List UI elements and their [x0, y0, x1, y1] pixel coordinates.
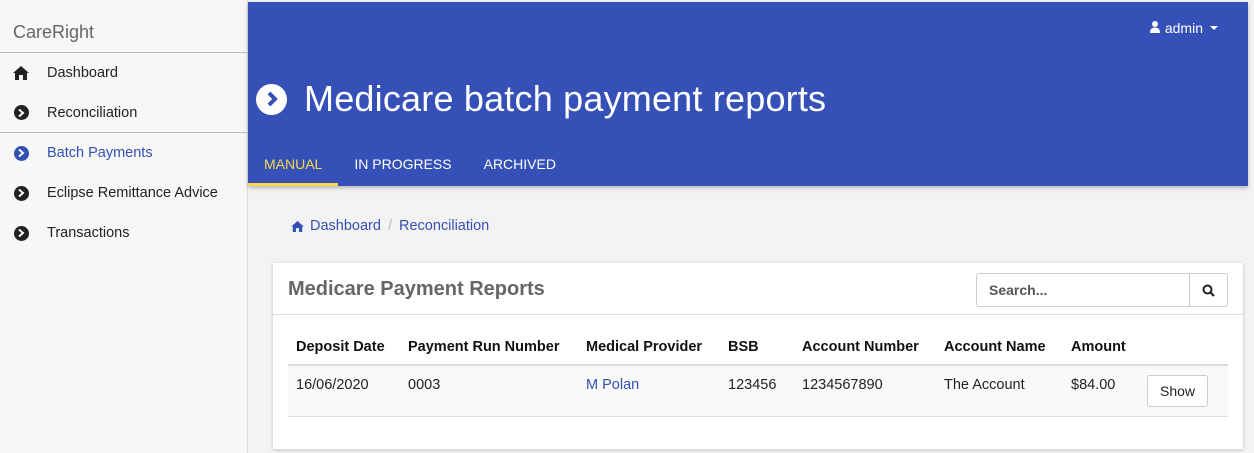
sidebar-item-reconciliation[interactable]: Reconciliation	[0, 93, 247, 133]
sidebar-item-dashboard[interactable]: Dashboard	[0, 53, 247, 93]
page-title: Medicare batch payment reports	[304, 78, 827, 119]
sidebar-item-label: Reconciliation	[47, 104, 138, 121]
column-header-actions	[1139, 330, 1228, 366]
home-icon	[291, 220, 304, 232]
cell-payment-run-number: 0003	[400, 365, 578, 417]
sidebar-item-eclipse-remittance-advice[interactable]: Eclipse Remittance Advice	[0, 173, 247, 213]
table-row: 16/06/2020 0003 M Polan 123456 123456789…	[288, 365, 1228, 417]
breadcrumb-reconciliation[interactable]: Reconciliation	[399, 218, 489, 234]
tab-in-progress[interactable]: IN PROGRESS	[338, 150, 467, 186]
home-icon	[13, 65, 29, 81]
sidebar-item-transactions[interactable]: Transactions	[0, 213, 247, 253]
tab-manual[interactable]: MANUAL	[248, 150, 339, 186]
chevron-circle-right-icon	[13, 185, 29, 201]
cell-actions: Show	[1139, 365, 1228, 417]
user-name: admin	[1164, 20, 1203, 36]
cell-account-number: 1234567890	[794, 365, 936, 417]
column-header: Deposit Date	[288, 330, 400, 366]
breadcrumb: Dashboard / Reconciliation	[291, 218, 489, 234]
column-header: BSB	[720, 330, 794, 366]
brand-name: CareRight	[0, 0, 247, 53]
tab-archived[interactable]: ARCHIVED	[468, 150, 572, 186]
sidebar-item-batch-payments[interactable]: Batch Payments	[0, 133, 247, 173]
search-group	[976, 273, 1228, 307]
sidebar-item-label: Dashboard	[47, 65, 118, 81]
table-header-row: Deposit Date Payment Run Number Medical …	[288, 330, 1228, 366]
column-header: Medical Provider	[578, 330, 720, 366]
tab-bar: MANUAL IN PROGRESS ARCHIVED	[248, 150, 572, 186]
payment-reports-table: Deposit Date Payment Run Number Medical …	[288, 330, 1228, 417]
card-header: Medicare Payment Reports	[273, 263, 1243, 315]
caret-down-icon	[1210, 26, 1218, 30]
breadcrumb-dashboard[interactable]: Dashboard	[310, 218, 381, 234]
search-input[interactable]	[976, 273, 1189, 307]
page-header: admin Medicare batch payment reports MAN…	[248, 2, 1248, 186]
cell-deposit-date: 16/06/2020	[288, 365, 400, 417]
cell-bsb: 123456	[720, 365, 794, 417]
column-header: Account Name	[936, 330, 1063, 366]
show-button[interactable]: Show	[1147, 375, 1209, 407]
sidebar-item-label: Transactions	[47, 225, 130, 241]
column-header: Amount	[1063, 330, 1139, 366]
chevron-circle-right-icon	[13, 225, 29, 241]
sidebar: CareRight Dashboard Reconciliation Batch…	[0, 0, 248, 453]
breadcrumb-separator: /	[387, 218, 392, 234]
cell-account-name: The Account	[936, 365, 1063, 417]
sidebar-item-label: Batch Payments	[47, 145, 153, 161]
cell-medical-provider-link[interactable]: M Polan	[578, 365, 720, 417]
user-menu[interactable]: admin	[1149, 20, 1218, 36]
chevron-circle-right-icon	[256, 83, 287, 115]
chevron-circle-right-icon	[13, 105, 29, 121]
search-icon	[1202, 284, 1215, 297]
chevron-circle-right-icon	[13, 145, 29, 161]
column-header: Payment Run Number	[400, 330, 578, 366]
column-header: Account Number	[794, 330, 936, 366]
user-icon	[1149, 20, 1160, 36]
search-button[interactable]	[1189, 273, 1228, 307]
card-title: Medicare Payment Reports	[288, 278, 545, 300]
sidebar-item-label: Eclipse Remittance Advice	[47, 185, 218, 201]
payment-reports-card: Medicare Payment Reports Deposit Date Pa…	[273, 263, 1243, 449]
cell-amount: $84.00	[1063, 365, 1139, 417]
